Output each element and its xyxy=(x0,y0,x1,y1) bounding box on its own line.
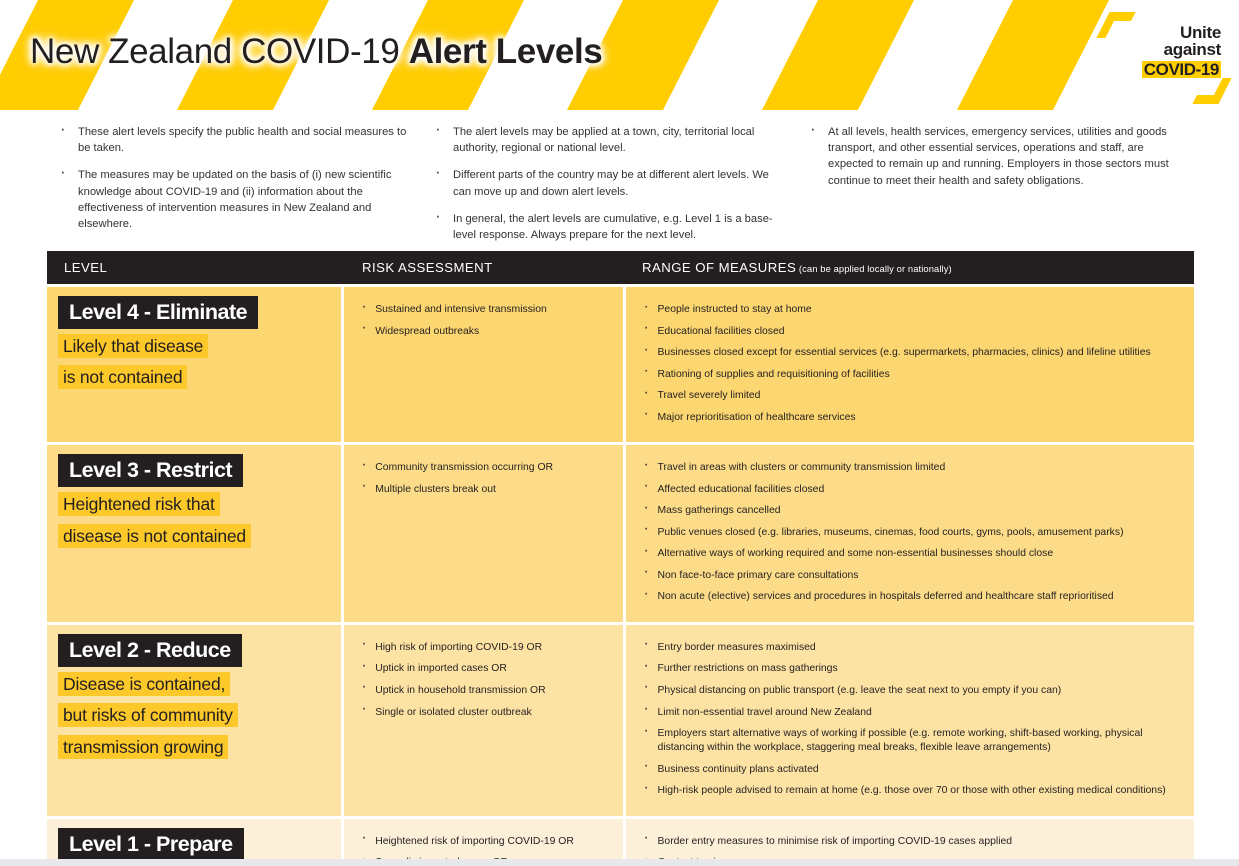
level-title: Level 3 - Restrict xyxy=(58,454,244,488)
measure-item: Affected educational facilities closed xyxy=(626,478,1194,497)
risk-item: High risk of importing COVID-19 OR xyxy=(344,636,623,655)
banner-stripe xyxy=(949,0,1117,110)
column-header-risk-assessment: RISK ASSESSMENT xyxy=(362,260,493,275)
measure-item: Alternative ways of working required and… xyxy=(626,543,1194,561)
intro-bullet: In general, the alert levels are cumulat… xyxy=(431,207,784,243)
level-subtitle-text: but risks of community xyxy=(58,703,238,728)
column-header-measures-note: (can be applied locally or nationally) xyxy=(796,263,952,274)
level-cell: Level 3 - Restrict Heightened risk that di… xyxy=(47,445,342,622)
column-header-level: LEVEL xyxy=(64,260,108,275)
measures-list: Travel in areas with clusters or communi… xyxy=(626,457,1194,604)
measures-cell: Travel in areas with clusters or communi… xyxy=(626,445,1194,622)
table-row: Level 4 - Eliminate Likely that disease is… xyxy=(47,287,1194,443)
measure-item: Further restrictions on mass gatherings xyxy=(626,658,1194,676)
banner-stripe xyxy=(754,0,922,110)
logo-corner-bottom-right-icon xyxy=(1192,78,1232,104)
page-title: New Zealand COVID-19 Alert Levels xyxy=(30,32,603,72)
level-subtitle-text: transmission growing xyxy=(58,734,229,759)
level-subtitle-line: Heightened risk that xyxy=(58,490,341,518)
risk-item: Widespread outbreaks xyxy=(344,320,623,339)
page-title-bold: Alert Levels xyxy=(408,32,603,71)
alert-levels-poster: New Zealand COVID-19 Alert Levels Unite … xyxy=(0,0,1239,866)
header-banner: New Zealand COVID-19 Alert Levels Unite … xyxy=(0,0,1239,110)
measure-item: Educational facilities closed xyxy=(626,320,1194,339)
measures-list: People instructed to stay at home Educati… xyxy=(626,299,1194,425)
table-row: Level 2 - Reduce Disease is contained, but… xyxy=(47,624,1194,816)
risk-assessment-cell: Sustained and intensive transmission Wide… xyxy=(344,287,624,443)
measure-item: Rationing of supplies and requisitioning… xyxy=(626,363,1194,382)
logo-line-covid19: COVID-19 xyxy=(1141,59,1221,79)
intro-column-3: At all levels, health services, emergenc… xyxy=(806,120,1196,254)
risk-assessment-cell: High risk of importing COVID-19 OR Uptick… xyxy=(344,624,624,816)
intro-column-2: The alert levels may be applied at a tow… xyxy=(431,120,806,254)
level-title: Level 1 - Prepare xyxy=(58,827,244,861)
level-title: Level 2 - Reduce xyxy=(58,633,242,667)
column-header-range-of-measures: RANGE OF MEASURES (can be applied locall… xyxy=(625,260,1194,275)
risk-list: Community transmission occurring OR Multi… xyxy=(344,457,623,497)
intro-bullet: At all levels, health services, emergenc… xyxy=(806,120,1174,189)
logo-line-unite: Unite xyxy=(1179,23,1221,42)
level-subtitle-text: Disease is contained, xyxy=(58,671,231,696)
page-title-regular: New Zealand COVID-19 xyxy=(30,32,409,71)
risk-assessment-cell: Community transmission occurring OR Multi… xyxy=(344,445,624,622)
measure-item: High-risk people advised to remain at ho… xyxy=(626,780,1194,798)
measure-item: Travel severely limited xyxy=(626,385,1194,403)
measure-item: Entry border measures maximised xyxy=(626,636,1194,655)
measure-item: Mass gatherings cancelled xyxy=(626,500,1194,518)
intro-bullet: The measures may be updated on the basis… xyxy=(56,163,409,232)
risk-item: Heightened risk of importing COVID-19 OR xyxy=(344,830,623,849)
intro-notes: These alert levels specify the public he… xyxy=(56,120,1196,254)
level-subtitle-line: Likely that disease xyxy=(58,332,341,360)
risk-item: Community transmission occurring OR xyxy=(344,457,623,475)
measure-item: Business continuity plans activated xyxy=(626,758,1194,777)
measure-item: People instructed to stay at home xyxy=(626,299,1194,317)
table-body: Level 4 - Eliminate Likely that disease is… xyxy=(47,287,1194,866)
level-subtitle-line: disease is not contained xyxy=(58,522,341,550)
risk-list: High risk of importing COVID-19 OR Uptick… xyxy=(344,636,623,720)
measure-item: Major reprioritisation of healthcare ser… xyxy=(626,406,1194,425)
level-cell: Level 4 - Eliminate Likely that disease is… xyxy=(47,287,342,443)
logo-line-against: against xyxy=(1163,40,1222,60)
risk-item: Uptick in imported cases OR xyxy=(344,658,623,676)
risk-item: Single or isolated cluster outbreak xyxy=(344,701,623,720)
logo-text: Unite against COVID-19 xyxy=(1141,23,1222,79)
risk-list: Sustained and intensive transmission Wide… xyxy=(344,299,623,339)
measures-cell: People instructed to stay at home Educati… xyxy=(626,287,1194,443)
intro-bullet: Different parts of the country may be at… xyxy=(431,163,784,199)
level-title: Level 4 - Eliminate xyxy=(58,296,259,330)
level-subtitle-text: Heightened risk that xyxy=(58,492,220,517)
table-header-row: LEVEL RISK ASSESSMENT RANGE OF MEASURES … xyxy=(47,251,1194,284)
measure-item: Limit non-essential travel around New Ze… xyxy=(626,701,1194,720)
measure-item: Border entry measures to minimise risk o… xyxy=(626,830,1194,849)
level-subtitle-text: disease is not contained xyxy=(58,523,251,548)
measures-cell: Entry border measures maximised Further r… xyxy=(626,624,1194,816)
measures-list: Entry border measures maximised Further r… xyxy=(626,636,1194,798)
level-subtitle-text: is not contained xyxy=(58,365,188,390)
measure-item: Employers start alternative ways of work… xyxy=(626,723,1194,755)
intro-bullet: The alert levels may be applied at a tow… xyxy=(431,120,784,156)
intro-column-1: These alert levels specify the public he… xyxy=(56,120,431,254)
measure-item: Non acute (elective) services and proced… xyxy=(626,586,1194,604)
page-bottom-edge xyxy=(0,859,1239,866)
alert-levels-table: LEVEL RISK ASSESSMENT RANGE OF MEASURES … xyxy=(47,251,1194,866)
level-subtitle-line: is not contained xyxy=(58,363,341,391)
level-cell: Level 2 - Reduce Disease is contained, but… xyxy=(47,624,342,816)
measure-item: Travel in areas with clusters or communi… xyxy=(626,457,1194,475)
measure-item: Non face-to-face primary care consultati… xyxy=(626,564,1194,583)
logo-corner-top-left-icon xyxy=(1096,12,1136,38)
unite-against-covid19-logo: Unite against COVID-19 xyxy=(1096,10,1232,106)
level-subtitle-line: transmission growing xyxy=(58,733,341,761)
column-header-measures-main: RANGE OF MEASURES xyxy=(642,260,797,275)
risk-item: Sustained and intensive transmission xyxy=(344,299,623,317)
level-subtitle-text: Likely that disease xyxy=(58,334,209,359)
measure-item: Physical distancing on public transport … xyxy=(626,679,1194,698)
risk-item: Multiple clusters break out xyxy=(344,478,623,497)
risk-item: Uptick in household transmission OR xyxy=(344,679,623,698)
level-subtitle-line: but risks of community xyxy=(58,701,341,729)
table-row: Level 3 - Restrict Heightened risk that di… xyxy=(47,445,1194,622)
measure-item: Businesses closed except for essential s… xyxy=(626,342,1194,360)
intro-bullet: These alert levels specify the public he… xyxy=(56,120,409,156)
level-subtitle-line: Disease is contained, xyxy=(58,670,341,698)
measure-item: Public venues closed (e.g. libraries, mu… xyxy=(626,521,1194,540)
